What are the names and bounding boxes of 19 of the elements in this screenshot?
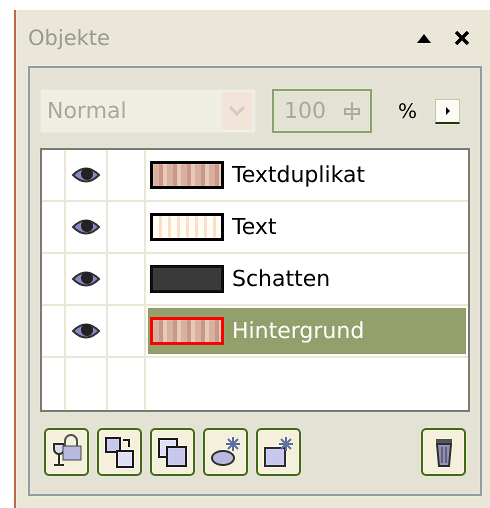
- lock-button[interactable]: [44, 428, 89, 476]
- menu-button[interactable]: [435, 98, 460, 124]
- delete-button[interactable]: [421, 428, 466, 476]
- percent-label: %: [398, 99, 418, 123]
- layer-item[interactable]: Textduplikat: [148, 152, 466, 198]
- triangle-icon: [444, 106, 451, 114]
- square-star-icon: [262, 434, 296, 470]
- close-icon[interactable]: [454, 31, 470, 45]
- chevron-down-icon: [229, 106, 245, 116]
- slider-icon: [343, 101, 361, 121]
- arrange-button[interactable]: [97, 428, 142, 476]
- new-object-button[interactable]: [256, 428, 301, 476]
- collapse-icon[interactable]: [416, 32, 432, 44]
- copy-button[interactable]: [150, 428, 195, 476]
- panel-title: Objekte: [28, 26, 111, 50]
- layer-item[interactable]: Schatten: [148, 256, 466, 302]
- new-shape-button[interactable]: [203, 428, 248, 476]
- squares-arrow-icon: [102, 434, 136, 470]
- layer-item[interactable]: Text: [148, 204, 466, 250]
